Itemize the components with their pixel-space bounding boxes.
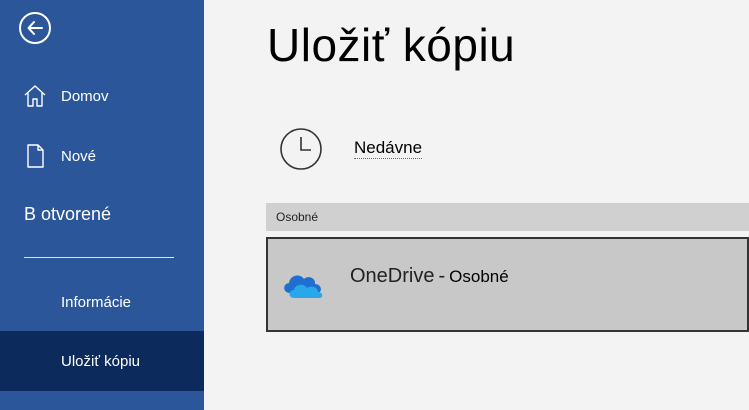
sidebar-section-open[interactable]: B otvorené [24,204,111,225]
sidebar-item-home[interactable]: Domov [0,74,204,118]
new-document-icon [27,144,44,168]
clock-icon [280,128,322,170]
sidebar-item-save-copy[interactable]: Uložiť kópiu [0,331,204,391]
page-title: Uložiť kópiu [267,19,516,71]
sidebar-item-label: Domov [61,87,109,105]
group-label: Osobné [276,210,319,224]
location-name: OneDrive [350,265,435,287]
sidebar-item-new[interactable]: Nové [0,134,204,178]
recent-locations-button[interactable]: Nedávne [278,126,698,178]
group-header-personal: Osobné [266,203,749,231]
home-icon [24,85,46,107]
backstage-sidebar: Domov Nové B otvorené Informácie Uložiť … [0,0,204,410]
sidebar-item-label: Nové [61,147,97,165]
location-account: Osobné [449,267,509,286]
location-separator: - [438,265,446,287]
back-arrow-icon [27,21,43,35]
main-panel: Uložiť kópiu Nedávne Osobné OneDrive - Oso… [204,0,749,410]
location-onedrive-personal[interactable]: OneDrive - Osobné [266,237,749,332]
sidebar-item-info[interactable]: Informácie [0,280,204,324]
sidebar-item-label: Informácie [61,293,132,311]
sidebar-divider [24,257,174,258]
onedrive-cloud-icon [284,275,323,298]
location-label: OneDrive - Osobné [350,265,509,288]
recent-label: Nedávne [354,138,423,159]
back-button[interactable] [19,12,51,44]
sidebar-item-label: Uložiť kópiu [61,352,140,370]
